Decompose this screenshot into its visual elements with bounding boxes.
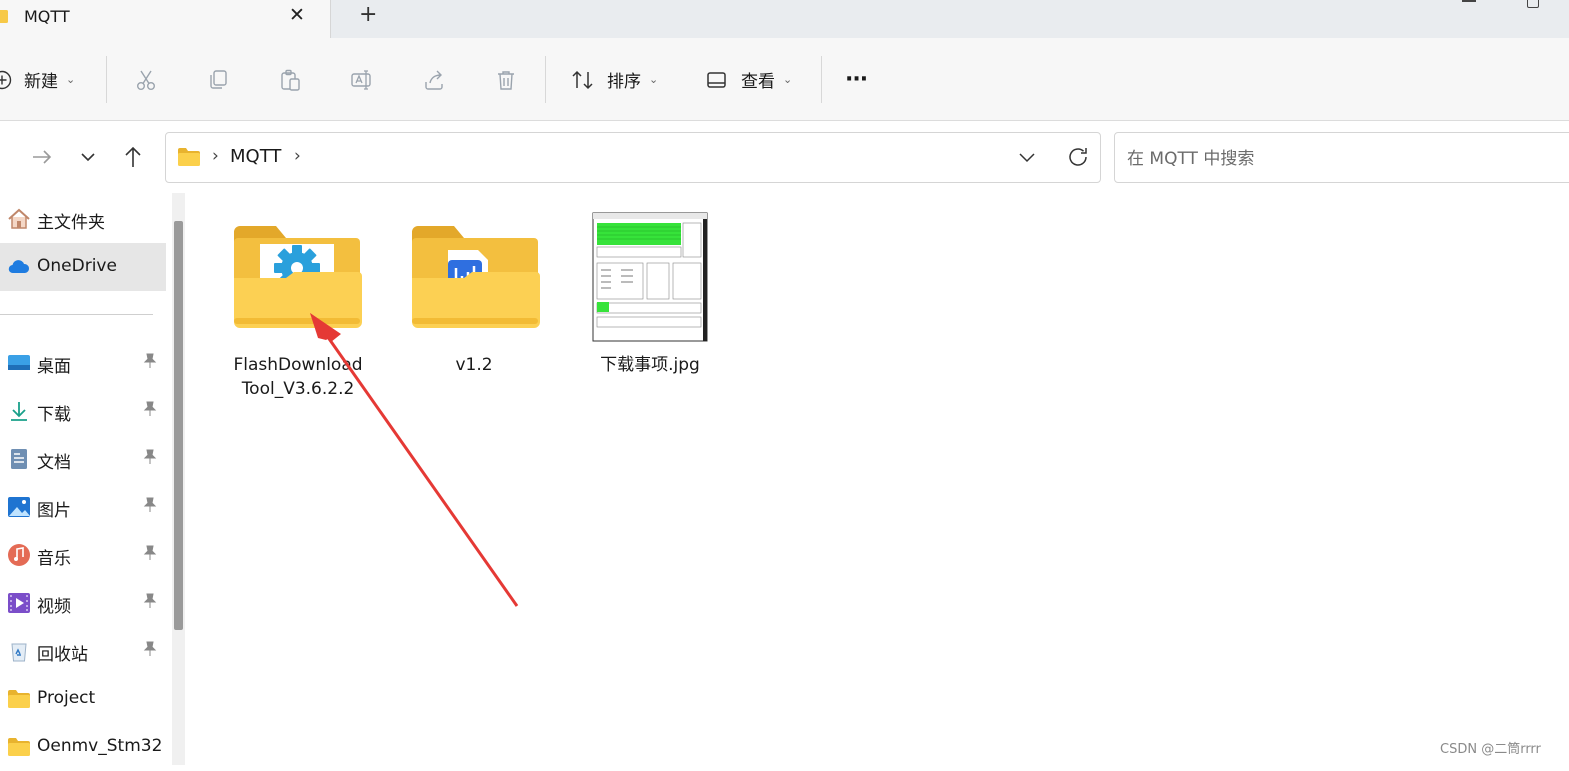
watermark: CSDN @二筒rrrr: [1440, 742, 1541, 757]
annotation-arrow: [310, 313, 519, 607]
